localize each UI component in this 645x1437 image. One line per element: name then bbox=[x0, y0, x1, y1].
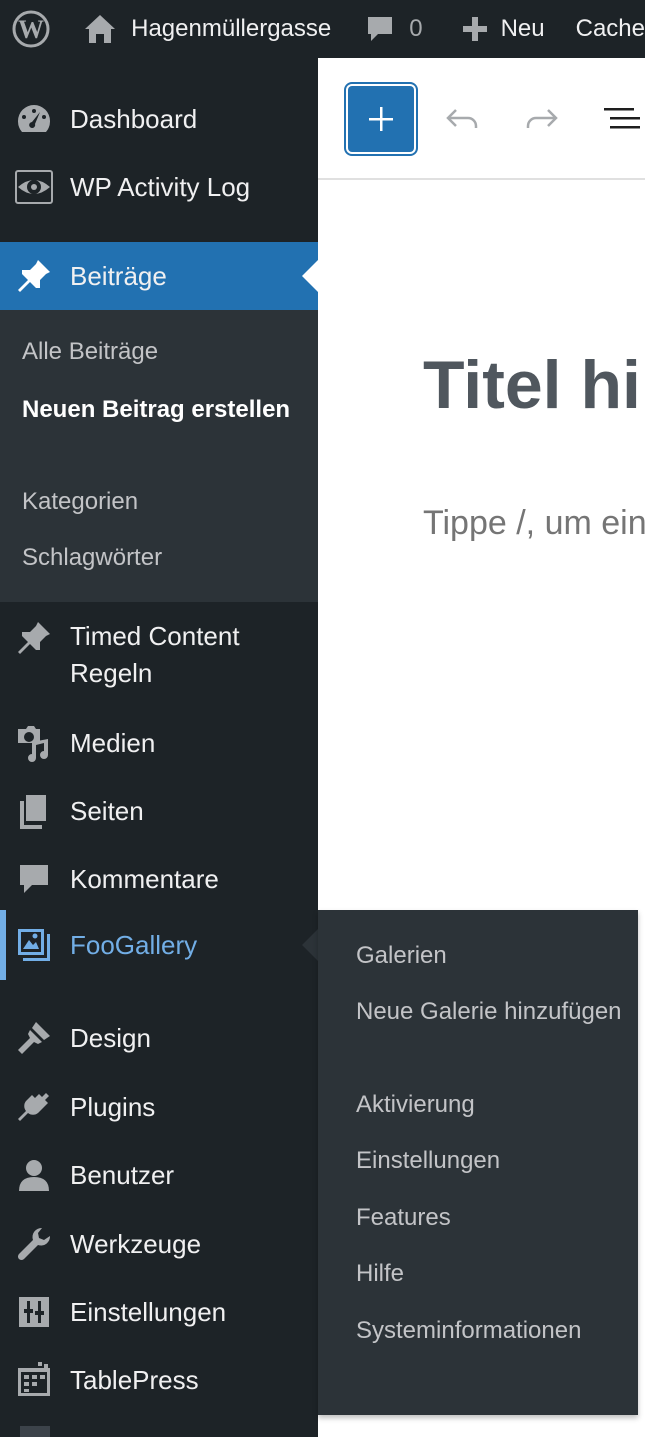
flyout-item-activation[interactable]: Aktivierung bbox=[356, 1086, 626, 1123]
user-icon bbox=[14, 1155, 54, 1195]
menu-item-tools[interactable]: Werkzeuge bbox=[0, 1223, 318, 1265]
wrench-icon bbox=[14, 1224, 54, 1264]
new-content-label: Neu bbox=[500, 15, 545, 42]
paintbrush-icon bbox=[14, 1018, 54, 1058]
menu-label-posts: Beiträge bbox=[70, 260, 167, 291]
menu-label-media: Medien bbox=[70, 727, 156, 758]
admin-bar: W Hagenmüllergasse 0 Neu Cache bbox=[0, 0, 645, 58]
svg-text:W: W bbox=[18, 15, 44, 44]
post-title-input[interactable]: Titel hinzufügen bbox=[423, 346, 645, 424]
submenu-all-posts[interactable]: Alle Beiträge bbox=[22, 334, 302, 370]
media-camera-music-icon bbox=[14, 723, 54, 763]
menu-item-settings[interactable]: Einstellungen bbox=[0, 1291, 318, 1333]
redo-icon bbox=[526, 109, 558, 128]
editor-toolbar bbox=[318, 58, 645, 180]
menu-item-timed-content[interactable]: Timed Content Regeln bbox=[0, 618, 318, 696]
submenu-new-post[interactable]: Neuen Beitrag erstellen bbox=[22, 392, 302, 428]
flyout-item-settings[interactable]: Einstellungen bbox=[356, 1142, 626, 1179]
menu-item-tablepress[interactable]: TablePress bbox=[0, 1359, 318, 1401]
gallery-icon bbox=[14, 925, 54, 965]
block-placeholder[interactable]: Tippe /, um einen Block auszuwählen bbox=[423, 504, 645, 543]
list-view-icon bbox=[604, 108, 640, 129]
menu-item-pages[interactable]: Seiten bbox=[0, 790, 318, 832]
menu-label-timed-content: Timed Content Regeln bbox=[70, 621, 240, 688]
flyout-item-features[interactable]: Features bbox=[356, 1199, 626, 1236]
comments-count: 0 bbox=[409, 15, 423, 42]
sliders-icon bbox=[14, 1292, 54, 1332]
admin-sidebar: Dashboard WP Activity Log Beiträge Alle … bbox=[0, 58, 318, 1437]
next-menu-icon-partial bbox=[20, 1426, 50, 1437]
comment-bubble-icon bbox=[14, 859, 54, 899]
menu-item-dashboard[interactable]: Dashboard bbox=[0, 98, 318, 140]
menu-label-foogallery: FooGallery bbox=[70, 929, 198, 960]
redo-button[interactable] bbox=[522, 98, 562, 138]
comments-link[interactable]: 0 bbox=[365, 0, 423, 58]
menu-item-foogallery[interactable]: FooGallery bbox=[0, 910, 318, 980]
eye-icon bbox=[14, 167, 54, 207]
flyout-item-galleries[interactable]: Galerien bbox=[356, 937, 626, 974]
site-name: Hagenmüllergasse bbox=[131, 15, 332, 42]
add-block-button[interactable] bbox=[348, 86, 414, 152]
pages-icon bbox=[14, 791, 54, 831]
plus-icon bbox=[369, 107, 393, 131]
posts-submenu: Alle Beiträge Neuen Beitrag erstellen Ka… bbox=[0, 310, 318, 602]
cache-menu[interactable]: Cache bbox=[576, 0, 645, 58]
menu-item-media[interactable]: Medien bbox=[0, 722, 318, 764]
undo-button[interactable] bbox=[442, 98, 482, 138]
flyout-item-help[interactable]: Hilfe bbox=[356, 1255, 626, 1292]
menu-label-tools: Werkzeuge bbox=[70, 1228, 202, 1259]
menu-item-posts[interactable]: Beiträge bbox=[0, 242, 318, 310]
menu-item-design[interactable]: Design bbox=[0, 1017, 318, 1059]
menu-label-settings: Einstellungen bbox=[70, 1296, 227, 1327]
menu-label-comments: Kommentare bbox=[70, 863, 219, 894]
new-content-button[interactable]: Neu bbox=[461, 0, 545, 58]
foogallery-flyout-submenu: Galerien Neue Galerie hinzufügen Aktivie… bbox=[318, 910, 638, 1415]
menu-label-pages: Seiten bbox=[70, 795, 144, 826]
pushpin-icon bbox=[14, 256, 54, 296]
cache-label: Cache bbox=[575, 15, 645, 42]
menu-label-tablepress: TablePress bbox=[70, 1364, 199, 1395]
home-icon bbox=[85, 15, 116, 43]
wordpress-logo-icon: W bbox=[12, 10, 50, 48]
pushpin-icon bbox=[14, 618, 54, 658]
submenu-tags[interactable]: Schlagwörter bbox=[22, 540, 302, 576]
menu-label-dashboard: Dashboard bbox=[70, 103, 198, 134]
plug-icon bbox=[14, 1087, 54, 1127]
menu-label-design: Design bbox=[70, 1022, 151, 1053]
wordpress-logo-button[interactable]: W bbox=[0, 0, 61, 58]
menu-item-plugins[interactable]: Plugins bbox=[0, 1086, 318, 1128]
flyout-item-add-gallery[interactable]: Neue Galerie hinzufügen bbox=[356, 993, 626, 1030]
comment-bubble-icon bbox=[368, 17, 393, 41]
site-name-link[interactable]: Hagenmüllergasse bbox=[61, 0, 331, 58]
table-icon bbox=[14, 1360, 54, 1400]
menu-item-activity-log[interactable]: WP Activity Log bbox=[0, 166, 318, 208]
flyout-item-system-info[interactable]: Systeminformationen bbox=[356, 1312, 626, 1349]
menu-item-users[interactable]: Benutzer bbox=[0, 1154, 318, 1196]
menu-label-plugins: Plugins bbox=[70, 1091, 156, 1122]
document-overview-button[interactable] bbox=[602, 98, 642, 138]
plus-icon bbox=[462, 17, 487, 41]
menu-label-users: Benutzer bbox=[70, 1159, 175, 1190]
dashboard-gauge-icon bbox=[14, 99, 54, 139]
undo-icon bbox=[446, 109, 478, 128]
menu-item-comments[interactable]: Kommentare bbox=[0, 858, 318, 900]
menu-label-activity-log: WP Activity Log bbox=[70, 171, 251, 202]
submenu-categories[interactable]: Kategorien bbox=[22, 484, 302, 520]
